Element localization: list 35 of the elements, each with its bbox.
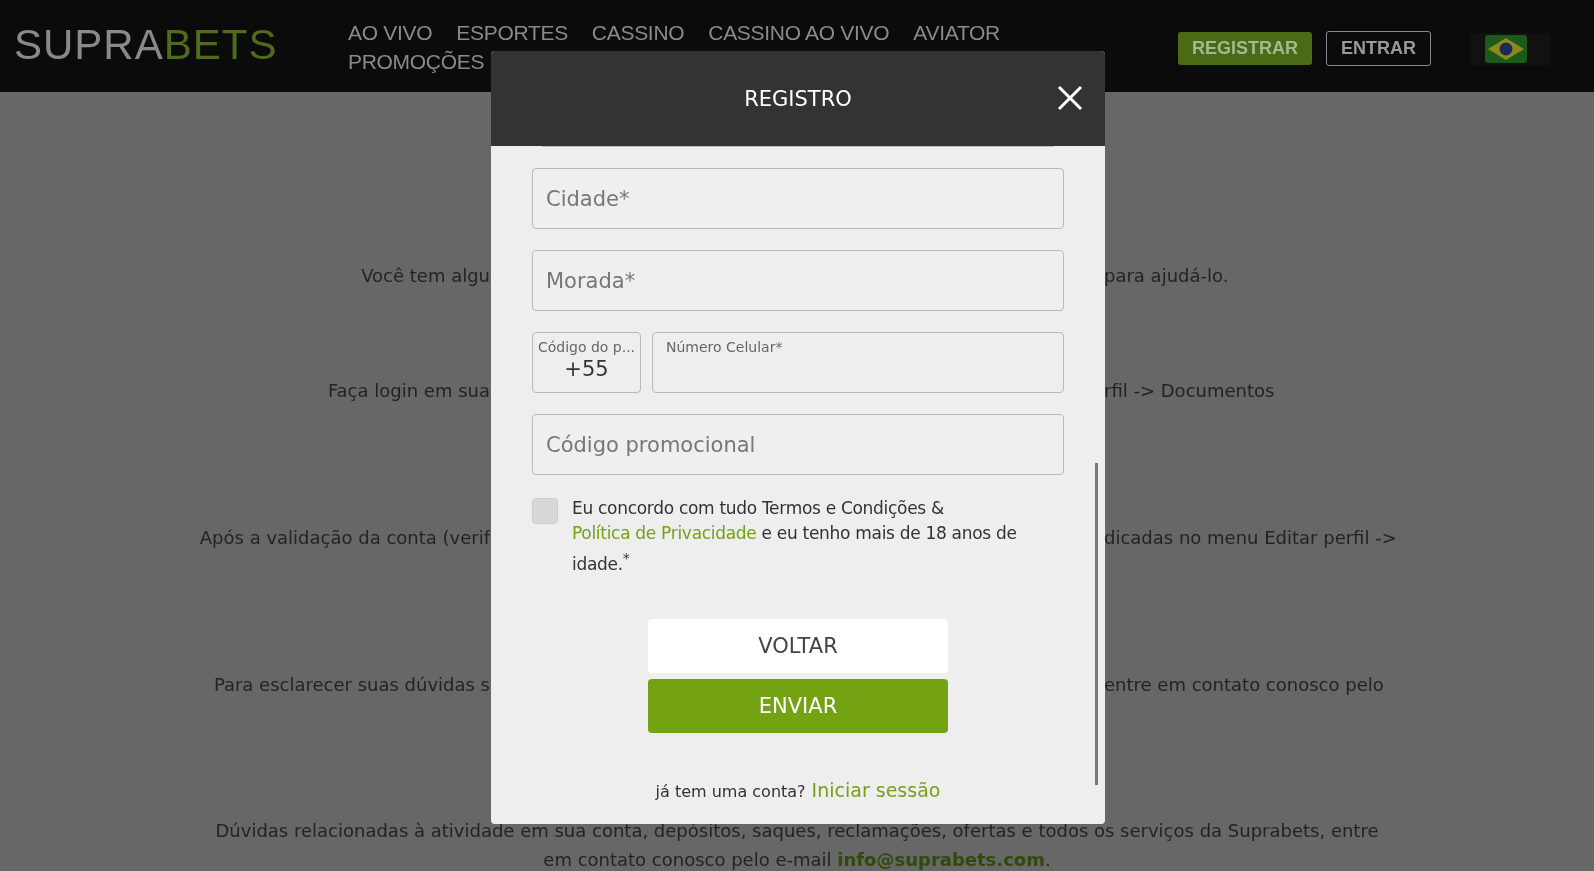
body-text: Para esclarecer suas dúvidas s <box>212 674 490 697</box>
body-text: Dúvidas relacionadas à atividade em sua conta, depósitos, saques, reclamações, ofertas e todos os serviços da Suprabets, entre <box>214 819 1380 843</box>
logo-text[interactable]: BETS <box>163 21 278 68</box>
body-text: rfil -> Documentos <box>1104 380 1276 403</box>
nav-link[interactable]: ESPORTES <box>456 18 568 47</box>
nav-link[interactable]: PROMOÇÕES <box>348 47 485 76</box>
body-text: Você tem algu <box>360 265 490 288</box>
nav-link[interactable]: AO VIVO <box>348 18 433 47</box>
checkbox[interactable] <box>532 498 558 524</box>
close-button[interactable] <box>1057 85 1083 111</box>
body-text: em contato conosco pelo e-mail info@suprabets.com. <box>542 848 1052 871</box>
logo-text[interactable]: SUPRA <box>14 21 164 68</box>
promo-code-field[interactable]: Código promocional <box>532 414 1064 475</box>
body-text: dicadas no menu Editar perfil -> <box>1104 527 1398 550</box>
body-text: entre em contato conosco pelo <box>1104 674 1385 697</box>
brazil-flag-icon <box>1485 34 1527 63</box>
register-button[interactable]: REGISTRAR <box>1178 32 1312 65</box>
login-button[interactable]: ENTRAR <box>1326 31 1431 66</box>
phone-field[interactable]: Número Celular* <box>652 332 1064 393</box>
nav-link[interactable]: CASSINO AO VIVO <box>708 18 890 47</box>
text-field[interactable]: Cidade* <box>532 168 1064 229</box>
language-button[interactable] <box>1471 32 1551 65</box>
terms-text: Eu concordo com tudo Termos e Condições & Política de Privacidade e eu tenho mais de 18 anos de idade.$^{*}$ <box>572 497 1018 576</box>
body-text: para ajudá-lo. <box>1104 265 1230 288</box>
nav-link[interactable]: CASSINO <box>591 18 685 47</box>
body-text: Faça login em sua <box>326 380 490 403</box>
back-button[interactable]: VOLTAR <box>648 618 948 673</box>
submit-button[interactable]: ENVIAR <box>648 678 948 733</box>
body-text: Após a validação da conta (verif <box>198 527 490 550</box>
text-field[interactable]: Morada* <box>532 250 1064 311</box>
nav-link[interactable]: AVIATOR <box>913 18 1000 47</box>
country-code-field[interactable]: Código do p... +55 <box>532 332 641 393</box>
login-prompt: já tem uma conta? <box>655 781 806 801</box>
close-icon <box>1057 85 1083 111</box>
dialog-title: REGISTRO <box>744 86 852 111</box>
